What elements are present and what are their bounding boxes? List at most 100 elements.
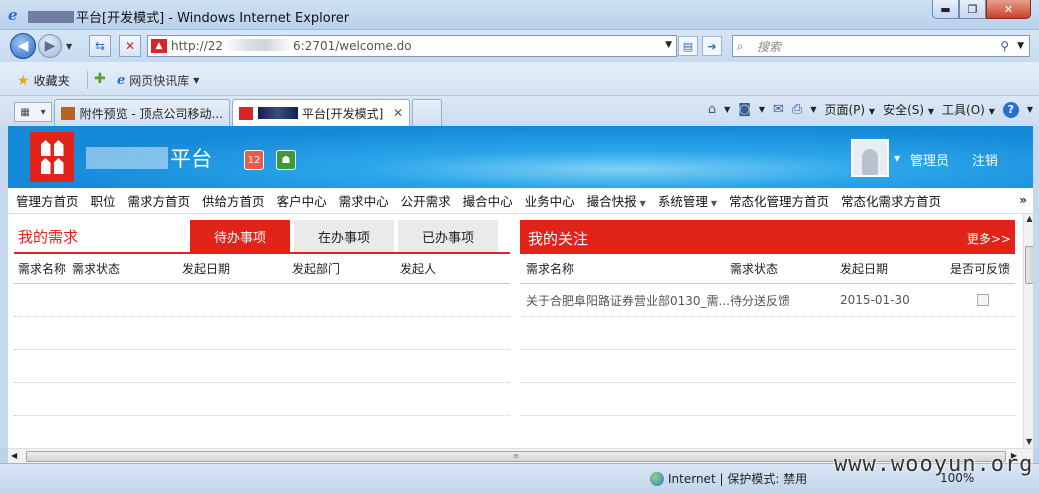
favorites-button[interactable]: ★ 收藏夹 [17,72,70,89]
close-tab-icon[interactable]: ✕ [393,106,403,120]
nav-item[interactable]: 业务中心 [525,191,575,210]
tab-todo[interactable]: 待办事项 [190,220,290,252]
new-tab-button[interactable] [412,99,442,126]
tab-platform[interactable]: 平台[开发模式] ✕ [232,99,410,126]
url-text: http://22 6:2701/welcome.do [171,39,412,53]
nav-more-icon[interactable]: » [1019,193,1027,207]
site-logo[interactable] [30,132,74,182]
nav-item[interactable]: 需求中心 [339,191,389,210]
panel-title: 我的关注 [528,230,589,248]
redacted-block [258,107,298,119]
add-favorite-icon[interactable]: ✚ [94,71,106,87]
column-header: 发起日期 [840,262,889,276]
message-badge[interactable]: 12 [244,150,264,170]
tab-attachment-preview[interactable]: 附件预览 - 顶点公司移动... [54,99,230,126]
home-icon[interactable]: ⌂ [708,102,716,117]
table-row [14,284,510,317]
history-dropdown-icon[interactable]: ▼ [66,42,72,51]
quick-tabs-button[interactable]: ▦ ▾ [14,102,52,122]
tab-in-progress[interactable]: 在办事项 [294,220,394,252]
nav-item[interactable]: 客户中心 [277,191,327,210]
web-slice-gallery[interactable]: e 网页快讯库 ▼ [117,72,199,89]
scroll-up-icon[interactable]: ▲ [1024,214,1033,223]
back-button[interactable]: ◀ [10,33,36,59]
table-row [14,383,510,416]
panel-title: 我的需求 [18,228,79,246]
print-icon[interactable]: ⎙ [792,102,802,117]
zone-text: Internet | 保护模式: 禁用 [668,472,808,486]
window-title: 平台[开发模式] - Windows Internet Explorer [28,7,349,26]
feedback-checkbox[interactable] [976,294,989,306]
search-dropdown-icon[interactable]: ▼ [1017,41,1024,51]
search-placeholder: 搜索 [757,39,782,54]
tools-menu[interactable]: 工具(O) ▼ [942,101,995,118]
search-provider-icon: ⌕ [737,38,744,53]
favorites-label: 收藏夹 [33,74,70,88]
username[interactable]: 管理员 [910,150,949,169]
safety-menu[interactable]: 安全(S) ▼ [883,101,934,118]
security-zone[interactable]: Internet | 保护模式: 禁用 [650,470,807,487]
nav-item[interactable]: 撮合快报 ▼ [587,191,646,210]
nav-item[interactable]: 管理方首页 [16,191,79,210]
address-dropdown-icon[interactable]: ▼ [665,40,672,50]
page-content: 平台 12 ☗ ▼ 管理员 注销 管理方首页 职位 需求方首页 供给方首页 客户中心 需求… [0,126,1039,448]
notice-icon[interactable]: ☗ [276,150,296,170]
avatar[interactable] [851,139,889,177]
nav-item[interactable]: 公开需求 [401,191,451,210]
nav-item[interactable]: 供给方首页 [202,191,265,210]
table-row [520,317,1015,350]
tab-done[interactable]: 已办事项 [398,220,498,252]
logout-link[interactable]: 注销 [972,150,998,169]
scroll-left-icon[interactable]: ◀ [11,451,17,460]
nav-item[interactable]: 常态化需求方首页 [841,191,941,210]
watermark: www.wooyun.org [834,452,1034,477]
chevron-down-icon[interactable]: ▼ [894,154,900,163]
compat-view-button[interactable]: ⇆ [89,35,111,57]
nav-item[interactable]: 撮合中心 [463,191,513,210]
redacted-url-segment [223,39,294,51]
column-header: 是否可反馈 [950,262,1011,276]
divider [87,71,88,89]
column-header: 发起日期 [182,262,231,276]
stop-button[interactable]: ✕ [119,35,141,57]
my-demand-panel: 我的需求 待办事项 在办事项 已办事项 需求名称 需求状态 发起日期 发起部门 发起人 [14,220,510,448]
maximize-button[interactable]: ❐ [959,0,986,19]
compat-page-icon[interactable]: ▤ [678,36,698,56]
window-controls: ▬ ❐ ✕ [932,0,1031,19]
nav-item[interactable]: 系统管理 ▼ [658,191,717,210]
scroll-down-icon[interactable]: ▼ [1026,437,1032,446]
forward-button[interactable]: ▶ [38,34,62,58]
search-box[interactable]: ⌕ 搜索 ⚲ ▼ [732,35,1030,57]
table-row [520,416,1015,448]
vertical-scrollbar[interactable]: ▲ ▼ [1023,214,1033,448]
favorites-bar: ★ 收藏夹 ✚ e 网页快讯库 ▼ [0,62,1039,96]
table-row [520,350,1015,383]
ie-logo-icon: e [8,6,18,24]
column-header: 需求名称 [18,262,67,276]
go-arrow-icon[interactable]: ➜ [702,36,722,56]
search-icon[interactable]: ⚲ [1000,39,1009,53]
page-menu[interactable]: 页面(P) ▼ [824,101,875,118]
close-button[interactable]: ✕ [986,0,1031,19]
more-link[interactable]: 更多>> [967,230,1011,247]
rss-feed-icon[interactable]: ◙ [738,102,751,117]
address-bar[interactable]: ▲ http://22 6:2701/welcome.do ▼ [147,35,677,57]
window-title-text: 平台[开发模式] - Windows Internet Explorer [76,11,350,26]
globe-icon [650,471,664,486]
nav-item[interactable]: 职位 [91,191,116,210]
site-header: 平台 12 ☗ ▼ 管理员 注销 [8,126,1033,188]
column-header: 发起人 [400,262,437,276]
nav-item[interactable]: 常态化管理方首页 [729,191,829,210]
demand-name-link[interactable]: 关于合肥阜阳路证券营业部0130_需... [520,292,730,309]
scroll-thumb[interactable] [1025,246,1033,284]
nav-item[interactable]: 需求方首页 [128,191,191,210]
mail-icon[interactable]: ✉ [773,102,784,117]
column-header: 需求名称 [526,262,575,276]
table-row [14,416,510,448]
web-slice-label: 网页快讯库 [129,74,190,88]
redacted-block [28,11,74,23]
help-icon[interactable]: ? [1002,101,1019,118]
table-row[interactable]: 关于合肥阜阳路证券营业部0130_需... 待分送反馈 2015-01-30 [520,284,1015,317]
tab-favicon-icon [61,106,75,120]
minimize-button[interactable]: ▬ [932,0,959,19]
